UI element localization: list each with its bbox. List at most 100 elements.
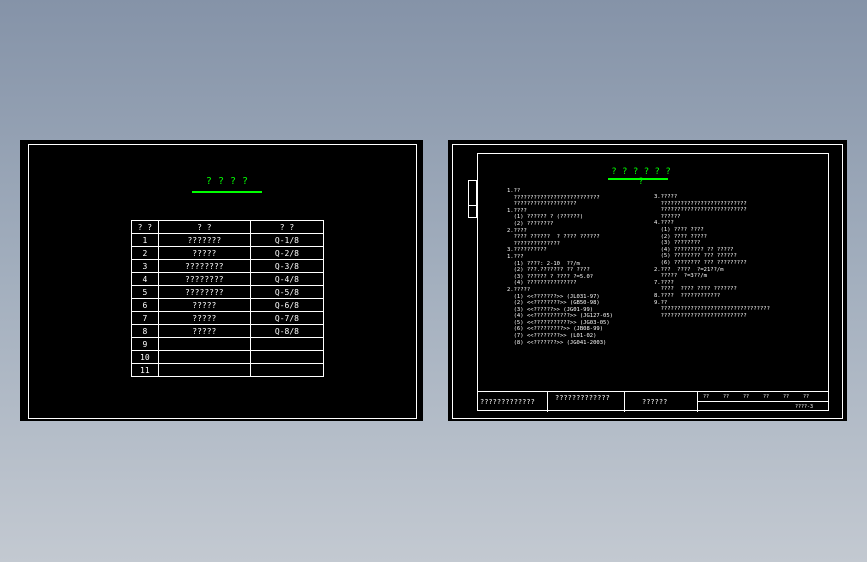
row-code-cell — [249, 337, 325, 351]
note-line: ???? ?????? ? ???? ?????? — [507, 234, 600, 241]
row-name-cell: ????? — [157, 324, 251, 338]
note-line: 2.???? — [507, 227, 527, 234]
design-notes-left-column: 1.?? ?????????????????????????? ????????… — [507, 188, 657, 346]
note-line: ?????????????????????????? — [507, 194, 600, 201]
note-line: (1) ????: 2-10 ??/m — [507, 260, 580, 267]
binding-strip — [468, 180, 477, 218]
title-block-cell: ?? — [763, 394, 770, 400]
header-no: ? ? — [131, 220, 159, 234]
note-line: (2) ???.??????? ?? ???? — [507, 267, 590, 274]
design-notes-right-column: 3.????? ?????????????????????????? ?????… — [654, 194, 834, 319]
note-line: (7) <<????????>> (L01-02) — [507, 333, 597, 340]
row-no-cell: 4 — [131, 272, 159, 286]
row-no-cell: 3 — [131, 259, 159, 273]
row-name-cell — [157, 337, 251, 351]
note-line: ?????? — [654, 213, 681, 220]
right-drawing-sheet: ? ? ? ? ? ? ? 1.?? ?????????????????????… — [448, 140, 847, 421]
header-name: ? ? — [157, 220, 251, 234]
note-line: ?????????????????????????? — [654, 207, 747, 214]
note-line: 2.????? — [507, 286, 531, 293]
header-code: ? ? — [249, 220, 325, 234]
note-line: (4) <<???????????>> (JG127-05) — [507, 313, 613, 320]
index-table-row: 6????? Q-6/8 — [131, 298, 325, 312]
row-code-cell — [249, 350, 325, 364]
row-code-cell: Q-3/8 — [249, 259, 325, 273]
row-name-cell: ???????? — [157, 272, 251, 286]
note-line: 4.???? — [654, 220, 674, 227]
note-line: 8.???? ???????????? — [654, 292, 721, 299]
row-name-cell: ??????? — [157, 233, 251, 247]
index-table-row: 9 — [131, 337, 325, 351]
note-line: (3) ?????? ? ???? ?=5.0? — [507, 273, 594, 280]
note-line: ????????????????????????????????? — [654, 306, 770, 313]
note-line: (2) <<????????>> (GB50-98) — [507, 300, 600, 307]
row-no-cell: 6 — [131, 298, 159, 312]
note-line: (6) ???????? ??? ????????? — [654, 259, 747, 266]
row-code-cell: Q-1/8 — [249, 233, 325, 247]
row-no-cell: 11 — [131, 363, 159, 377]
title-block-cell: ?? — [723, 394, 730, 400]
note-line: (4) ????????? ?? ????? — [654, 246, 734, 253]
note-line: 3.????? — [654, 194, 678, 200]
title-block: ????????????? ????????????? ?????? ?? ??… — [477, 391, 829, 412]
note-line: 1.??? — [507, 253, 524, 260]
note-line: 1.???? — [507, 207, 527, 214]
note-line: 7.???? — [654, 279, 674, 286]
note-line: (5) <<???????????>> (JG03-05) — [507, 319, 610, 326]
note-line: (3) <<??????>> (JG01-99) — [507, 306, 594, 313]
title-block-drawing: ????????????? — [555, 394, 610, 402]
title-block-cell: ?? — [803, 394, 810, 400]
note-line: (3) ???????? — [654, 240, 701, 247]
row-code-cell — [249, 363, 325, 377]
row-name-cell — [157, 363, 251, 377]
row-no-cell: 8 — [131, 324, 159, 338]
row-code-cell: Q-7/8 — [249, 311, 325, 325]
row-code-cell: Q-6/8 — [249, 298, 325, 312]
note-line: ?????????????????????????? — [654, 200, 747, 207]
note-line: (5) ???????? ??? ?????? — [654, 253, 737, 260]
row-name-cell: ????? — [157, 246, 251, 260]
drawing-index-table: ? ? ? ? ? ? 1??????? Q-1/8 2????? Q-2/8 3???… — [131, 220, 325, 377]
index-table-row: 10 — [131, 350, 325, 364]
index-table-row: 8????? Q-8/8 — [131, 324, 325, 338]
row-code-cell: Q-5/8 — [249, 285, 325, 299]
row-no-cell: 9 — [131, 337, 159, 351]
note-line: ????? ?=3??/m — [654, 273, 707, 280]
left-sheet-title: ? ? ? ? — [205, 176, 249, 187]
index-table-row: 3???????? Q-3/8 — [131, 259, 325, 273]
index-table-row: 11 — [131, 363, 325, 377]
note-line: (4) ??????????????? — [507, 280, 577, 287]
note-line: ??????????????????? — [507, 201, 577, 208]
note-line: (2) ???? ????? — [654, 233, 707, 240]
note-line: 2.??? ???? ?=21??/m — [654, 266, 724, 273]
right-title-underline — [608, 178, 668, 180]
row-name-cell: ????? — [157, 298, 251, 312]
row-code-cell: Q-4/8 — [249, 272, 325, 286]
index-table-row: 7????? Q-7/8 — [131, 311, 325, 325]
note-line: (1) ?????? ? (??????) — [507, 214, 584, 221]
row-code-cell: Q-2/8 — [249, 246, 325, 260]
row-no-cell: 10 — [131, 350, 159, 364]
right-sheet-title: ? ? ? ? ? ? ? — [611, 167, 671, 187]
sheet-number: ????-3 — [795, 404, 814, 410]
row-name-cell: ???????? — [157, 285, 251, 299]
note-line: (2) ???????? — [507, 220, 554, 227]
index-table-row: 5???????? Q-5/8 — [131, 285, 325, 299]
note-line: (6) <<?????????>> (JB08-99) — [507, 326, 604, 333]
row-code-cell: Q-8/8 — [249, 324, 325, 338]
note-line: 9.?? — [654, 299, 668, 306]
row-name-cell — [157, 350, 251, 364]
row-name-cell: ???????? — [157, 259, 251, 273]
note-line: (8) <<???????>> (JG041-2003) — [507, 339, 607, 346]
note-line: 3.?????????? — [507, 247, 547, 254]
row-no-cell: 1 — [131, 233, 159, 247]
title-block-project: ????????????? — [480, 398, 535, 406]
index-table-row: 2????? Q-2/8 — [131, 246, 325, 260]
note-line: 1.?? — [507, 188, 521, 194]
title-block-cell: ?? — [783, 394, 790, 400]
index-table-row: 1??????? Q-1/8 — [131, 233, 325, 247]
note-line: ???? ???? ???? ??????? — [654, 286, 737, 293]
title-block-cell: ?? — [703, 394, 710, 400]
note-line: (1) ???? ???? — [654, 226, 704, 233]
index-table-row: 4???????? Q-4/8 — [131, 272, 325, 286]
